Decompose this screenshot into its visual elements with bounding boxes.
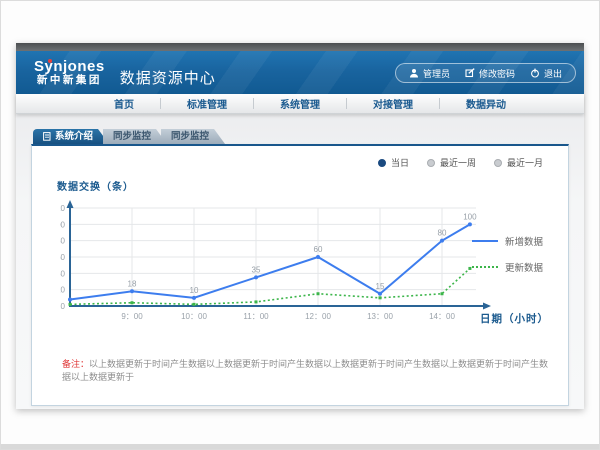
page-title: 数据资源中心	[120, 67, 216, 88]
legend-label: 新增数据	[505, 234, 543, 248]
filter-today[interactable]: 当日	[378, 156, 409, 169]
svg-text:11：00: 11：00	[243, 312, 269, 321]
line-chart: 0 20 40 60 80 100 120 9：00 10：00 11：00 12：00 13：00 1…	[60, 198, 500, 326]
edit-icon	[465, 68, 475, 78]
tab-label: 同步监控	[113, 129, 151, 144]
nav-item-integration[interactable]: 对接管理	[347, 96, 439, 111]
user-icon	[409, 68, 419, 78]
logo-en-text: Synjones	[34, 59, 105, 75]
svg-text:10: 10	[190, 286, 199, 295]
change-password-label: 修改密码	[479, 67, 515, 80]
svg-text:14：00: 14：00	[429, 312, 455, 321]
main-nav: 首页 标准管理 系统管理 对接管理 数据异动	[16, 94, 584, 114]
legend-item-updated-data[interactable]: 更新数据	[472, 260, 543, 274]
chart-legend: 新增数据 更新数据	[472, 234, 543, 274]
svg-text:20: 20	[60, 286, 66, 295]
svg-text:0: 0	[61, 302, 66, 311]
bottom-strip	[1, 444, 599, 449]
time-range-filter: 当日 最近一周 最近一月	[378, 156, 543, 169]
content-area: 系统介绍 同步监控 同步监控 当日 最近一周	[16, 114, 584, 409]
svg-text:120: 120	[60, 204, 66, 213]
legend-item-new-data[interactable]: 新增数据	[472, 234, 543, 248]
app-header: Synjones 新中新集团 数据资源中心 管理员 修改密码 退出	[16, 51, 584, 94]
chart-panel: 当日 最近一周 最近一月 数据交换（条） 0 20 40 60 80 100 120 9：00…	[31, 144, 569, 406]
blue-line-swatch-icon	[472, 240, 498, 242]
nav-item-home[interactable]: 首页	[88, 96, 160, 111]
green-dotted-swatch-icon	[472, 266, 498, 268]
tab-bar: 系统介绍 同步监控 同步监控	[33, 129, 225, 144]
x-axis-title: 日期（小时）	[480, 311, 549, 326]
svg-text:12：00: 12：00	[305, 312, 331, 321]
svg-text:9：00: 9：00	[121, 312, 143, 321]
screenshot-frame: Synjones 新中新集团 数据资源中心 管理员 修改密码 退出	[0, 0, 600, 450]
filter-label: 最近一周	[440, 156, 476, 169]
tab-sync-monitor-2[interactable]: 同步监控	[161, 129, 225, 144]
nav-item-system[interactable]: 系统管理	[254, 96, 346, 111]
filter-last-week[interactable]: 最近一周	[427, 156, 476, 169]
footnote-prefix: 备注：	[62, 359, 89, 369]
tab-system-intro[interactable]: 系统介绍	[33, 129, 109, 144]
svg-text:35: 35	[252, 265, 261, 274]
window-top-strip	[16, 43, 584, 51]
footnote-text: 以上数据更新于时间产生数据以上数据更新于时间产生数据以上数据更新于时间产生数据以…	[62, 359, 548, 382]
radio-selected-icon	[378, 159, 386, 167]
logout-label: 退出	[544, 67, 562, 80]
user-toolbar: 管理员 修改密码 退出	[395, 63, 576, 83]
tab-label: 同步监控	[171, 129, 209, 144]
legend-label: 更新数据	[505, 260, 543, 274]
svg-text:60: 60	[314, 245, 323, 254]
nav-item-standards[interactable]: 标准管理	[161, 96, 253, 111]
svg-text:80: 80	[60, 237, 66, 246]
tab-sync-monitor-1[interactable]: 同步监控	[103, 129, 167, 144]
app-window: Synjones 新中新集团 数据资源中心 管理员 修改密码 退出	[16, 43, 584, 409]
svg-text:80: 80	[438, 229, 447, 238]
svg-text:18: 18	[128, 279, 137, 288]
footnote: 备注：以上数据更新于时间产生数据以上数据更新于时间产生数据以上数据更新于时间产生…	[62, 358, 550, 383]
svg-text:60: 60	[60, 253, 66, 262]
svg-text:100: 100	[463, 212, 477, 221]
nav-item-data-change[interactable]: 数据异动	[440, 96, 532, 111]
logout-button[interactable]: 退出	[530, 67, 562, 80]
change-password-button[interactable]: 修改密码	[465, 67, 515, 80]
user-name-label: 管理员	[423, 67, 450, 80]
svg-text:100: 100	[60, 220, 66, 229]
radio-unselected-icon	[494, 159, 502, 167]
filter-label: 当日	[391, 156, 409, 169]
filter-last-month[interactable]: 最近一月	[494, 156, 543, 169]
current-user-button[interactable]: 管理员	[409, 67, 450, 80]
company-logo: Synjones 新中新集团	[34, 59, 105, 87]
filter-label: 最近一月	[507, 156, 543, 169]
svg-text:40: 40	[60, 269, 66, 278]
svg-text:13：00: 13：00	[367, 312, 393, 321]
radio-unselected-icon	[427, 159, 435, 167]
document-icon	[43, 132, 51, 141]
y-axis-title: 数据交换（条）	[57, 178, 134, 193]
svg-text:15: 15	[376, 282, 385, 291]
logo-cn-text: 新中新集团	[34, 75, 105, 86]
svg-text:10：00: 10：00	[181, 312, 207, 321]
tab-label: 系统介绍	[55, 129, 93, 144]
power-icon	[530, 68, 540, 78]
